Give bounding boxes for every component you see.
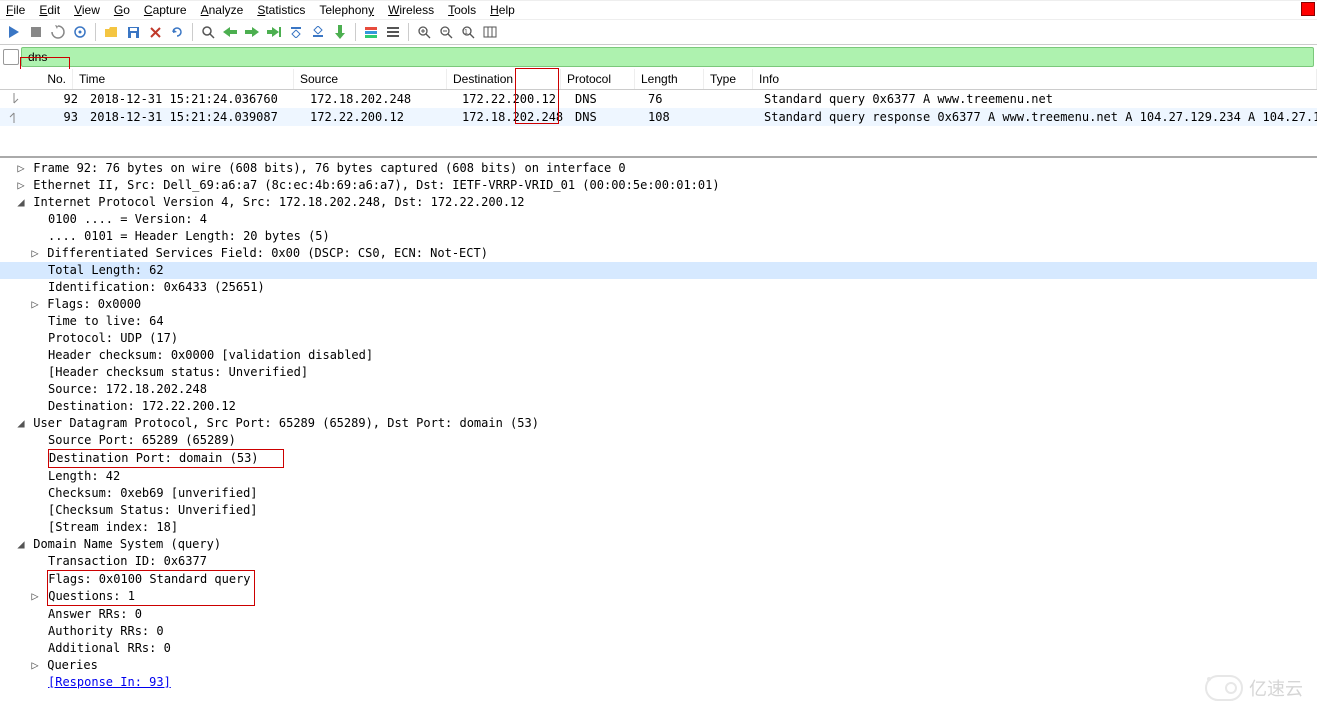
tree-ip-cksum-status[interactable]: [Header checksum status: Unverified] — [0, 364, 1317, 381]
tree-udp-dport[interactable]: Destination Port: domain (53) — [0, 449, 1317, 468]
tree-frame[interactable]: ▷ Frame 92: 76 bytes on wire (608 bits),… — [0, 160, 1317, 177]
go-back-icon[interactable] — [220, 22, 240, 42]
related-packet-icon — [0, 109, 28, 125]
packet-list-header[interactable]: No. Time Source Destination Protocol Len… — [0, 69, 1317, 90]
close-file-icon[interactable] — [145, 22, 165, 42]
menu-wireless[interactable]: Wireless — [388, 3, 434, 17]
tree-dns-additional[interactable]: Additional RRs: 0 — [0, 640, 1317, 657]
watermark-text: 亿速云 — [1249, 675, 1303, 701]
col-length[interactable]: Length — [635, 69, 704, 89]
tree-ip-version[interactable]: 0100 .... = Version: 4 — [0, 211, 1317, 228]
menu-help[interactable]: Help — [490, 3, 515, 17]
packet-details[interactable]: ▷ Frame 92: 76 bytes on wire (608 bits),… — [0, 156, 1317, 701]
packet-row[interactable]: 92 2018-12-31 15:21:24.036760 172.18.202… — [0, 90, 1317, 108]
expand-icon[interactable]: ▷ — [30, 245, 40, 262]
start-capture-icon[interactable] — [4, 22, 24, 42]
tree-udp-cksum-status[interactable]: [Checksum Status: Unverified] — [0, 502, 1317, 519]
related-packet-icon — [0, 91, 28, 107]
tree-ip-ident[interactable]: Identification: 0x6433 (25651) — [0, 279, 1317, 296]
col-protocol[interactable]: Protocol — [561, 69, 635, 89]
col-time[interactable]: Time — [73, 69, 294, 89]
display-filter-input[interactable] — [21, 47, 1314, 67]
go-last-icon[interactable] — [308, 22, 328, 42]
tree-dns-response-in[interactable]: [Response In: 93] — [0, 674, 1317, 691]
menu-capture[interactable]: Capture — [144, 3, 187, 17]
expand-icon[interactable]: ▷ — [16, 177, 26, 194]
col-info[interactable]: Info — [753, 69, 1317, 89]
expand-icon[interactable]: ▷ — [16, 160, 26, 177]
cloud-icon — [1205, 675, 1243, 701]
menu-statistics[interactable]: Statistics — [257, 3, 305, 17]
annotation-box-dstport: Destination Port: domain (53) — [48, 449, 284, 468]
menu-go[interactable]: Go — [114, 3, 130, 17]
col-source[interactable]: Source — [294, 69, 447, 89]
reload-icon[interactable] — [167, 22, 187, 42]
tree-ip-src[interactable]: Source: 172.18.202.248 — [0, 381, 1317, 398]
go-first-icon[interactable] — [286, 22, 306, 42]
col-type[interactable]: Type — [704, 69, 753, 89]
tree-ip-flags[interactable]: ▷ Flags: 0x0000 — [0, 296, 1317, 313]
tree-dns-answers[interactable]: Answer RRs: 0 — [0, 606, 1317, 623]
resize-columns-icon[interactable] — [480, 22, 500, 42]
menu-edit[interactable]: Edit — [39, 3, 60, 17]
tree-udp-cksum[interactable]: Checksum: 0xeb69 [unverified] — [0, 485, 1317, 502]
expand-icon[interactable]: ▷ — [30, 296, 40, 313]
display-filter-bar — [0, 45, 1317, 69]
main-toolbar: 1 — [0, 20, 1317, 45]
tree-udp-sport[interactable]: Source Port: 65289 (65289) — [0, 432, 1317, 449]
tree-ip-hlen[interactable]: .... 0101 = Header Length: 20 bytes (5) — [0, 228, 1317, 245]
stop-capture-icon[interactable] — [26, 22, 46, 42]
app-corner-icon — [1301, 2, 1315, 16]
find-packet-icon[interactable] — [198, 22, 218, 42]
packet-list[interactable]: 92 2018-12-31 15:21:24.036760 172.18.202… — [0, 90, 1317, 126]
collapse-icon[interactable]: ◢ — [16, 415, 26, 432]
expand-icon[interactable]: ▷ — [30, 588, 40, 605]
zoom-reset-icon[interactable]: 1 — [458, 22, 478, 42]
tree-dns-txid[interactable]: Transaction ID: 0x6377 — [0, 553, 1317, 570]
tree-eth[interactable]: ▷ Ethernet II, Src: Dell_69:a6:a7 (8c:ec… — [0, 177, 1317, 194]
jump-to-icon[interactable] — [264, 22, 284, 42]
zoom-out-icon[interactable] — [436, 22, 456, 42]
tree-ip-proto[interactable]: Protocol: UDP (17) — [0, 330, 1317, 347]
capture-options-icon[interactable] — [70, 22, 90, 42]
tree-dns-queries[interactable]: ▷ Queries — [0, 657, 1317, 674]
tree-ip-ttl[interactable]: Time to live: 64 — [0, 313, 1317, 330]
menu-view[interactable]: View — [74, 3, 100, 17]
tree-ip-dst[interactable]: Destination: 172.22.200.12 — [0, 398, 1317, 415]
svg-text:1: 1 — [464, 29, 468, 36]
menu-analyze[interactable]: Analyze — [201, 3, 244, 17]
autoscroll-live-icon[interactable] — [383, 22, 403, 42]
col-destination[interactable]: Destination — [447, 69, 561, 89]
tree-ip-dsf[interactable]: ▷ Differentiated Services Field: 0x00 (D… — [0, 245, 1317, 262]
tree-udp-stream[interactable]: [Stream index: 18] — [0, 519, 1317, 536]
filter-bookmark-icon[interactable] — [3, 49, 19, 65]
col-no[interactable]: No. — [0, 69, 73, 89]
zoom-in-icon[interactable] — [414, 22, 434, 42]
restart-capture-icon[interactable] — [48, 22, 68, 42]
tree-ip[interactable]: ◢ Internet Protocol Version 4, Src: 172.… — [0, 194, 1317, 211]
expand-icon[interactable]: ▷ — [30, 657, 40, 674]
tree-dns-flags-questions[interactable]: ▷ Flags: 0x0100 Standard queryQuestions:… — [0, 570, 1317, 606]
collapse-icon[interactable]: ◢ — [16, 194, 26, 211]
tree-udp[interactable]: ◢ User Datagram Protocol, Src Port: 6528… — [0, 415, 1317, 432]
watermark: 亿速云 — [1205, 675, 1303, 701]
auto-scroll-icon[interactable] — [330, 22, 350, 42]
annotation-box-dns-flags: Flags: 0x0100 Standard queryQuestions: 1 — [47, 570, 254, 606]
menu-telephony[interactable]: Telephony — [319, 3, 374, 17]
tree-ip-cksum[interactable]: Header checksum: 0x0000 [validation disa… — [0, 347, 1317, 364]
menu-file[interactable]: File — [6, 3, 25, 17]
tree-ip-total-length[interactable]: Total Length: 62 — [0, 262, 1317, 279]
colorize-icon[interactable] — [361, 22, 381, 42]
tree-dns-authority[interactable]: Authority RRs: 0 — [0, 623, 1317, 640]
save-file-icon[interactable] — [123, 22, 143, 42]
menu-bar: File Edit View Go Capture Analyze Statis… — [0, 0, 1317, 20]
tree-dns[interactable]: ◢ Domain Name System (query) — [0, 536, 1317, 553]
menu-tools[interactable]: Tools — [448, 3, 476, 17]
packet-row[interactable]: 93 2018-12-31 15:21:24.039087 172.22.200… — [0, 108, 1317, 126]
collapse-icon[interactable]: ◢ — [16, 536, 26, 553]
tree-udp-len[interactable]: Length: 42 — [0, 468, 1317, 485]
open-file-icon[interactable] — [101, 22, 121, 42]
go-forward-icon[interactable] — [242, 22, 262, 42]
